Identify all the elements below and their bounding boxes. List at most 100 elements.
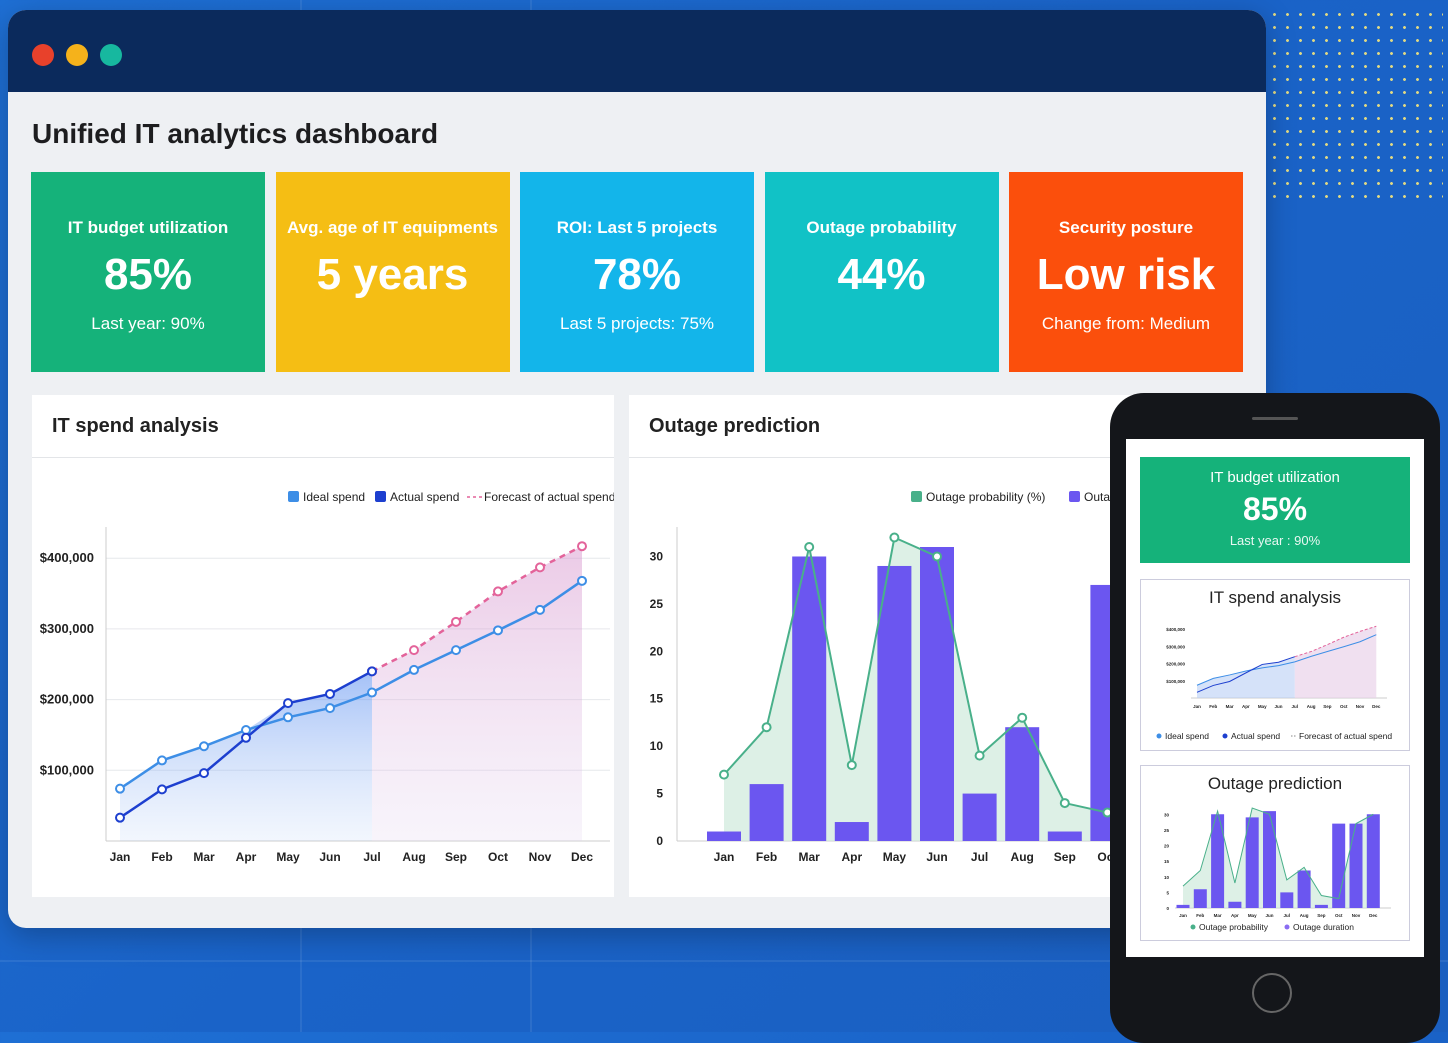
x-tick-label: Feb — [756, 850, 777, 864]
outage-probability-point — [932, 551, 942, 562]
outage-duration-bar — [1228, 901, 1242, 908]
ideal-spend-point — [409, 664, 419, 675]
x-tick-label: Sep — [1317, 913, 1326, 918]
x-tick-label: Feb — [1209, 704, 1217, 709]
ideal-spend-point — [577, 575, 587, 586]
x-tick-label: Jul — [1284, 913, 1291, 918]
outage-duration-bar — [1005, 727, 1040, 841]
mobile-spend-card[interactable]: IT spend analysis $400,000 $300,000 $200,0… — [1140, 579, 1410, 751]
kpi-label: ROI: Last 5 projects — [556, 218, 718, 237]
x-tick-label: Oct — [1340, 704, 1348, 709]
kpi-card[interactable]: Avg. age of IT equipments 5 years — [275, 172, 510, 372]
x-tick-label: Oct — [488, 850, 508, 864]
outage-probability-point — [719, 769, 729, 780]
outage-probability-point — [804, 542, 815, 552]
y-tick-label: 25 — [1164, 828, 1170, 833]
ideal-spend-point — [157, 755, 167, 766]
x-tick-label: May — [883, 850, 907, 864]
x-tick-label: Dec — [1372, 704, 1381, 709]
y-tick-label: $300,000 — [40, 621, 94, 636]
kpi-sub: Last year: 90% — [91, 314, 205, 333]
forecast-area — [1294, 626, 1377, 698]
y-tick-label: $100,000 — [40, 762, 94, 777]
legend-dot-ideal — [1156, 733, 1162, 739]
x-tick-label: May — [1258, 704, 1267, 709]
outage-duration-bar — [1280, 892, 1294, 908]
x-tick-label: Feb — [151, 850, 172, 864]
x-tick-label: Dec — [1369, 913, 1378, 918]
legend-label: Ideal spend — [303, 490, 365, 504]
actual-spend-point — [241, 732, 251, 743]
mobile-kpi-card[interactable]: IT budget utilization 85% Last year : 90… — [1140, 457, 1410, 563]
y-tick-label: 10 — [650, 739, 664, 753]
outage-duration-bar — [1297, 870, 1311, 908]
y-tick-label: 30 — [650, 549, 664, 563]
kpi-card[interactable]: ROI: Last 5 projects 78% Last 5 projects: … — [520, 172, 754, 372]
legend-label: Ideal spend — [1165, 731, 1209, 741]
x-tick-label: Jun — [1274, 704, 1282, 709]
kpi-value: Low risk — [1036, 250, 1216, 299]
x-tick-label: May — [1248, 913, 1257, 918]
x-tick-label: Aug — [1300, 913, 1309, 918]
outage-duration-bar — [1245, 817, 1259, 908]
maximize-window-button[interactable] — [100, 44, 122, 66]
y-tick-label: $200,000 — [1166, 662, 1185, 667]
page-title: Unified IT analytics dashboard — [32, 118, 439, 149]
outage-probability-point — [761, 722, 772, 733]
legend-checkbox-actual — [375, 491, 386, 502]
ideal-spend-point — [283, 712, 293, 723]
x-tick-label: Jan — [1179, 913, 1187, 918]
outage-duration-bar — [1176, 904, 1190, 908]
legend-label: Outage probability — [1199, 922, 1269, 932]
forecast-spend-point — [451, 616, 461, 627]
mobile-outage-card[interactable]: Outage prediction 30 25 20 15 10 5 0 Jan Feb Mar A… — [1140, 765, 1410, 941]
y-tick-label: 5 — [1166, 890, 1169, 895]
x-tick-label: Jul — [971, 850, 988, 864]
forecast-spend-point — [493, 586, 503, 597]
outage-probability-point — [974, 750, 985, 761]
actual-spend-area — [1197, 656, 1295, 698]
mobile-outage-chart: 30 25 20 15 10 5 0 Jan Feb Mar Apr May Jun Jul Aug Sep O… — [1164, 807, 1391, 932]
ideal-spend-point — [325, 703, 335, 714]
ideal-spend-point — [535, 604, 545, 615]
y-tick-label: 30 — [1164, 812, 1170, 817]
phone-speaker — [1252, 417, 1298, 420]
home-button[interactable] — [1252, 973, 1292, 1013]
outage-duration-bar — [1263, 811, 1276, 908]
kpi-label: Security posture — [1058, 218, 1194, 237]
outage-duration-bar — [1193, 889, 1207, 908]
x-tick-label: Mar — [1226, 704, 1234, 709]
outage-probability-point — [1059, 798, 1070, 809]
kpi-card[interactable]: Outage probability 44% — [764, 172, 999, 372]
actual-spend-area — [120, 671, 372, 841]
minimize-window-button[interactable] — [66, 44, 88, 66]
x-tick-label: Oct — [1335, 913, 1343, 918]
x-tick-label: Apr — [1231, 913, 1239, 918]
kpi-label: IT budget utilization — [1210, 469, 1340, 486]
y-tick-label: 15 — [1164, 859, 1170, 864]
ideal-spend-point — [115, 783, 125, 794]
x-tick-label: Jan — [714, 850, 735, 864]
legend-dot-duration — [1284, 924, 1290, 930]
kpi-card[interactable]: IT budget utilization 85% Last year: 90% — [31, 172, 265, 372]
x-tick-label: Jun — [1265, 913, 1273, 918]
y-tick-label: $300,000 — [1166, 644, 1185, 649]
x-tick-label: Jul — [1292, 704, 1299, 709]
outage-duration-bar — [749, 784, 784, 841]
kpi-value: 44% — [837, 250, 926, 299]
actual-spend-point — [157, 784, 167, 795]
x-tick-label: Jul — [363, 850, 380, 864]
phone-screen: IT budget utilization 85% Last year : 90… — [1126, 439, 1424, 957]
kpi-card[interactable]: Security posture Low risk Change from: Med… — [1009, 172, 1243, 372]
ideal-spend-point — [451, 645, 461, 656]
x-tick-label: Apr — [1242, 704, 1250, 709]
y-tick-label: 20 — [650, 644, 664, 658]
x-tick-label: Nov — [1352, 913, 1361, 918]
close-window-button[interactable] — [32, 44, 54, 66]
kpi-sub: Last 5 projects: 75% — [559, 314, 715, 333]
kpi-value: 85% — [1242, 491, 1308, 527]
legend-label: Forecast of actual spend — [1299, 731, 1392, 741]
legend-checkbox-ideal — [288, 491, 299, 502]
legend-dot-actual — [1222, 733, 1228, 739]
actual-spend-point — [325, 688, 335, 699]
